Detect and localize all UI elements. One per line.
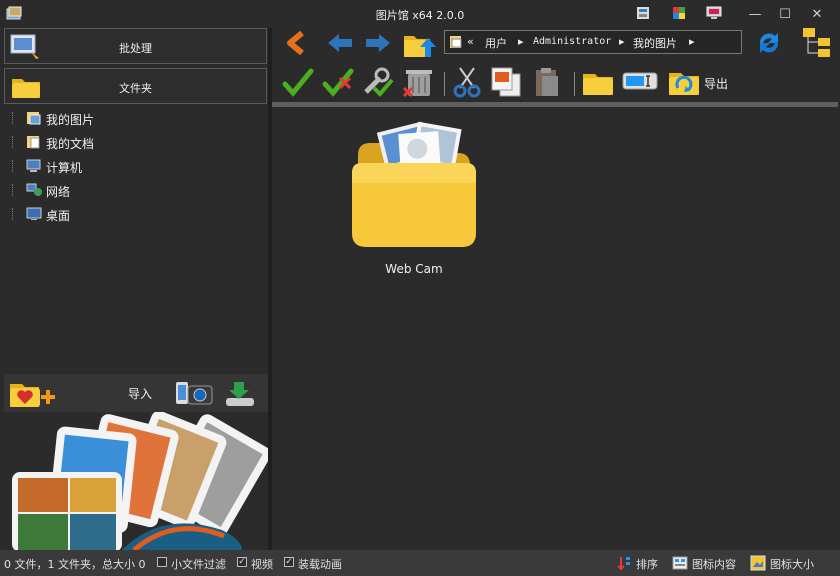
folder-item[interactable]: Web Cam (336, 119, 492, 281)
folder-item-label: Web Cam (385, 262, 443, 276)
tree-item-label: 我的文档 (46, 137, 95, 151)
load-animation-label[interactable]: 装载动画 (298, 556, 342, 572)
promo-image (4, 412, 268, 550)
tree-item-label: 网络 (46, 185, 71, 199)
folder-tree: 我的图片 我的文档 计算机 网络 桌面 (4, 106, 268, 368)
tree-item-label: 桌面 (46, 209, 71, 223)
monitor-settings-icon[interactable] (706, 6, 722, 20)
color-palette-icon[interactable] (672, 6, 686, 20)
export-folder-icon[interactable] (666, 64, 702, 98)
tree-connector (12, 160, 15, 172)
export-label[interactable]: 导出 (704, 75, 728, 92)
close-icon[interactable]: ✕ (806, 4, 828, 24)
import-label[interactable]: 导入 (128, 385, 152, 402)
batch-button[interactable]: 批处理 (4, 28, 267, 64)
documents-folder-icon (26, 135, 42, 149)
address-segment-users[interactable]: 用户 (485, 35, 507, 51)
icon-size-icon[interactable] (750, 555, 766, 571)
tree-item-desktop[interactable]: 桌面 (4, 204, 264, 224)
chevron-right-icon[interactable]: ▸ (689, 35, 695, 48)
icon-content-label[interactable]: 图标内容 (692, 556, 736, 572)
computer-icon (26, 159, 42, 173)
maximize-icon[interactable]: ☐ (774, 4, 796, 24)
tools-check-icon[interactable] (362, 66, 394, 98)
tree-item-documents[interactable]: 我的文档 (4, 132, 264, 152)
small-file-filter-checkbox[interactable] (157, 557, 167, 567)
tree-item-label: 计算机 (46, 161, 83, 175)
icon-size-label[interactable]: 图标大小 (770, 556, 814, 572)
delete-trash-icon[interactable] (402, 66, 436, 98)
batch-label: 批处理 (119, 42, 152, 55)
tree-item-label: 我的图片 (46, 113, 95, 127)
video-checkbox[interactable]: ✓ (237, 557, 247, 567)
tree-connector (12, 184, 15, 196)
address-segment-pictures[interactable]: 我的图片 (633, 35, 677, 51)
import-bar: 导入 (4, 374, 268, 412)
tree-connector (12, 136, 15, 148)
toolbar-separator (574, 72, 575, 96)
back-orange-icon[interactable] (284, 30, 310, 56)
import-devices-icon[interactable] (172, 376, 218, 410)
tree-item-pictures[interactable]: 我的图片 (4, 108, 264, 128)
download-drive-icon[interactable] (222, 378, 260, 410)
folder-tree-view-icon[interactable] (802, 26, 832, 58)
back-arrow-icon[interactable] (326, 32, 354, 54)
sort-label[interactable]: 排序 (636, 556, 658, 572)
skin-icon[interactable] (636, 6, 650, 20)
tree-connector (12, 208, 15, 220)
toolbar-separator (444, 72, 445, 96)
address-prefix[interactable]: « (467, 35, 474, 48)
small-file-filter-label[interactable]: 小文件过滤 (171, 556, 226, 572)
minimize-icon[interactable]: — (744, 4, 766, 24)
chevron-right-icon[interactable]: ▸ (619, 35, 625, 48)
folder-label: 文件夹 (119, 82, 152, 95)
up-folder-icon[interactable] (402, 28, 438, 60)
title-bar: 图片馆 x64 2.0.0 — ☐ ✕ (0, 0, 840, 28)
refresh-icon[interactable] (754, 28, 784, 58)
network-icon (26, 183, 42, 197)
sort-icon[interactable] (617, 555, 631, 571)
tree-connector (12, 112, 15, 124)
tree-item-computer[interactable]: 计算机 (4, 156, 264, 176)
copy-image-icon[interactable] (490, 66, 522, 98)
video-label[interactable]: 视频 (251, 556, 273, 572)
new-folder-icon[interactable] (580, 66, 616, 98)
status-bar: 0 文件，1 文件夹，总大小 0 小文件过滤 ✓ 视频 ✓ 装载动画 排序 图标… (0, 550, 840, 576)
desktop-icon (26, 207, 42, 221)
forward-arrow-icon[interactable] (364, 32, 392, 54)
address-folder-icon (449, 35, 463, 49)
cut-scissors-icon[interactable] (452, 66, 482, 98)
chevron-right-icon[interactable]: ▸ (518, 35, 524, 48)
folder-button[interactable]: 文件夹 (4, 68, 267, 104)
status-summary: 0 文件，1 文件夹，总大小 0 (4, 558, 146, 571)
check-icon[interactable] (282, 68, 314, 98)
address-bar[interactable]: « 用户 ▸ Administrator ▸ 我的图片 ▸ (444, 30, 742, 54)
pictures-folder-icon (26, 111, 42, 125)
paste-clipboard-icon[interactable] (532, 66, 562, 98)
uncheck-icon[interactable] (322, 68, 354, 98)
file-view[interactable]: Web Cam (272, 107, 838, 550)
rename-icon[interactable] (622, 70, 658, 92)
load-animation-checkbox[interactable]: ✓ (284, 557, 294, 567)
icon-content-icon[interactable] (672, 556, 688, 570)
add-favorite-icon[interactable] (8, 376, 58, 410)
tree-item-network[interactable]: 网络 (4, 180, 264, 200)
folder-icon (344, 119, 484, 255)
address-segment-administrator[interactable]: Administrator (533, 36, 611, 47)
